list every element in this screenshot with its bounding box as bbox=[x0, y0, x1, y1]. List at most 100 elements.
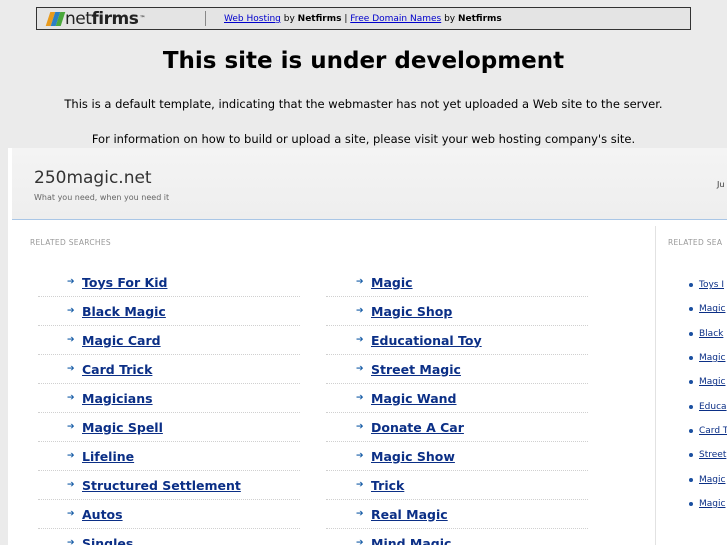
right-arrow-icon: ➔ bbox=[67, 509, 75, 519]
related-search-label: Magic Show bbox=[371, 448, 455, 464]
side-search-label: Magic bbox=[699, 304, 726, 315]
related-search-label: Magic Shop bbox=[371, 303, 453, 319]
side-search-link[interactable]: Educa bbox=[689, 394, 727, 418]
related-search-label: Lifeline bbox=[82, 448, 135, 464]
side-search-link[interactable]: Magic bbox=[689, 346, 727, 370]
related-search-link[interactable]: ➔ Educational Toy bbox=[326, 326, 588, 355]
related-search-link[interactable]: ➔ Toys For Kid bbox=[38, 268, 300, 297]
related-search-link[interactable]: ➔ Magic Spell bbox=[38, 413, 300, 442]
netfirms-logo-icon bbox=[45, 11, 66, 26]
related-search-label: Mind Magic bbox=[371, 535, 452, 545]
related-search-label: Educational Toy bbox=[371, 332, 482, 348]
parked-domain-header: 250magic.net What you need, when you nee… bbox=[12, 148, 727, 220]
related-search-link[interactable]: ➔ Trick bbox=[326, 471, 588, 500]
bullet-icon bbox=[689, 453, 693, 458]
right-arrow-icon: ➔ bbox=[356, 538, 364, 545]
banner-brand: Netfirms bbox=[297, 13, 342, 24]
related-search-link[interactable]: ➔ Structured Settlement bbox=[38, 471, 300, 500]
column-divider bbox=[655, 226, 656, 545]
web-hosting-link[interactable]: Web Hosting bbox=[224, 14, 281, 24]
related-searches-side-column: Toys I Magic Black Magic Magic Educa Car… bbox=[689, 273, 727, 516]
related-search-link[interactable]: ➔ Real Magic bbox=[326, 500, 588, 529]
side-search-link[interactable]: Magic bbox=[689, 297, 727, 321]
related-search-link[interactable]: ➔ Magic Shop bbox=[326, 297, 588, 326]
side-search-link[interactable]: Black bbox=[689, 322, 727, 346]
related-search-link[interactable]: ➔ Magic bbox=[326, 268, 588, 297]
page-title: This site is under development bbox=[162, 48, 565, 74]
domain-tagline: What you need, when you need it bbox=[34, 193, 170, 202]
banner-brand: Netfirms bbox=[457, 13, 502, 24]
banner-pipe: | bbox=[341, 13, 351, 24]
header-right-text: Ju bbox=[717, 180, 725, 189]
right-arrow-icon: ➔ bbox=[356, 451, 364, 461]
related-search-link[interactable]: ➔ Magic Show bbox=[326, 442, 588, 471]
related-search-link[interactable]: ➔ Mind Magic bbox=[326, 529, 588, 545]
related-search-label: Magic Wand bbox=[371, 390, 457, 406]
related-search-link[interactable]: ➔ Magic Card bbox=[38, 326, 300, 355]
logo-text-firms: firms bbox=[91, 8, 139, 29]
related-search-label: Magic bbox=[371, 274, 413, 290]
side-search-label: Magic bbox=[699, 353, 726, 364]
side-search-label: Toys I bbox=[699, 280, 725, 291]
related-search-link[interactable]: ➔ Donate A Car bbox=[326, 413, 588, 442]
related-searches-right-column: ➔ Magic ➔ Magic Shop ➔ Educational Toy ➔ Str… bbox=[326, 268, 588, 545]
related-search-link[interactable]: ➔ Card Trick bbox=[38, 355, 300, 384]
related-search-link[interactable]: ➔ Magicians bbox=[38, 384, 300, 413]
bullet-icon bbox=[689, 283, 693, 288]
right-arrow-icon: ➔ bbox=[67, 451, 75, 461]
bullet-icon bbox=[689, 356, 693, 361]
right-arrow-icon: ➔ bbox=[356, 364, 364, 374]
side-search-link[interactable]: Street bbox=[689, 443, 727, 467]
right-arrow-icon: ➔ bbox=[356, 393, 364, 403]
free-domain-names-link[interactable]: Free Domain Names bbox=[350, 14, 441, 24]
side-search-link[interactable]: Magic bbox=[689, 370, 727, 394]
related-search-label: Magicians bbox=[82, 390, 153, 406]
bullet-icon bbox=[689, 331, 693, 336]
right-arrow-icon: ➔ bbox=[67, 393, 75, 403]
right-arrow-icon: ➔ bbox=[356, 335, 364, 345]
side-search-link[interactable]: Magic bbox=[689, 492, 727, 516]
related-search-link[interactable]: ➔ Singles bbox=[38, 529, 300, 545]
domain-name: 250magic.net bbox=[34, 168, 152, 188]
related-searches-side-label: RELATED SEA bbox=[668, 238, 723, 247]
related-search-label: Real Magic bbox=[371, 506, 448, 522]
related-searches-left-column: ➔ Toys For Kid ➔ Black Magic ➔ Magic Card ➔… bbox=[38, 268, 300, 545]
related-search-label: Singles bbox=[82, 535, 134, 545]
related-searches-label: RELATED SEARCHES bbox=[30, 238, 111, 247]
right-arrow-icon: ➔ bbox=[67, 306, 75, 316]
side-search-link[interactable]: Card T bbox=[689, 419, 727, 443]
related-search-link[interactable]: ➔ Magic Wand bbox=[326, 384, 588, 413]
right-arrow-icon: ➔ bbox=[67, 335, 75, 345]
side-search-label: Magic bbox=[699, 498, 726, 509]
bullet-icon bbox=[689, 307, 693, 312]
side-search-label: Card T bbox=[699, 425, 727, 436]
related-search-link[interactable]: ➔ Black Magic bbox=[38, 297, 300, 326]
related-search-label: Structured Settlement bbox=[82, 477, 241, 493]
bullet-icon bbox=[689, 428, 693, 433]
right-arrow-icon: ➔ bbox=[356, 306, 364, 316]
right-arrow-icon: ➔ bbox=[356, 277, 364, 287]
side-search-link[interactable]: Toys I bbox=[689, 273, 727, 297]
side-search-link[interactable]: Magic bbox=[689, 467, 727, 491]
related-search-label: Toys For Kid bbox=[82, 274, 168, 290]
side-search-label: Magic bbox=[699, 474, 726, 485]
parked-domain-frame: 250magic.net What you need, when you nee… bbox=[8, 148, 727, 545]
related-search-label: Trick bbox=[371, 477, 405, 493]
side-search-label: Black bbox=[699, 328, 724, 339]
related-search-link[interactable]: ➔ Autos bbox=[38, 500, 300, 529]
right-arrow-icon: ➔ bbox=[356, 509, 364, 519]
side-search-label: Magic bbox=[699, 377, 726, 388]
related-search-link[interactable]: ➔ Street Magic bbox=[326, 355, 588, 384]
bullet-icon bbox=[689, 404, 693, 409]
side-search-label: Street bbox=[699, 450, 727, 461]
related-search-label: Card Trick bbox=[82, 361, 153, 377]
netfirms-logo[interactable]: net firms ™ bbox=[37, 9, 205, 29]
related-search-link[interactable]: ➔ Lifeline bbox=[38, 442, 300, 471]
related-search-label: Donate A Car bbox=[371, 419, 464, 435]
right-arrow-icon: ➔ bbox=[356, 480, 364, 490]
right-arrow-icon: ➔ bbox=[67, 538, 75, 545]
banner-divider bbox=[205, 11, 206, 26]
related-search-label: Magic Spell bbox=[82, 419, 163, 435]
banner-by-text: by bbox=[280, 13, 298, 24]
right-arrow-icon: ➔ bbox=[67, 422, 75, 432]
